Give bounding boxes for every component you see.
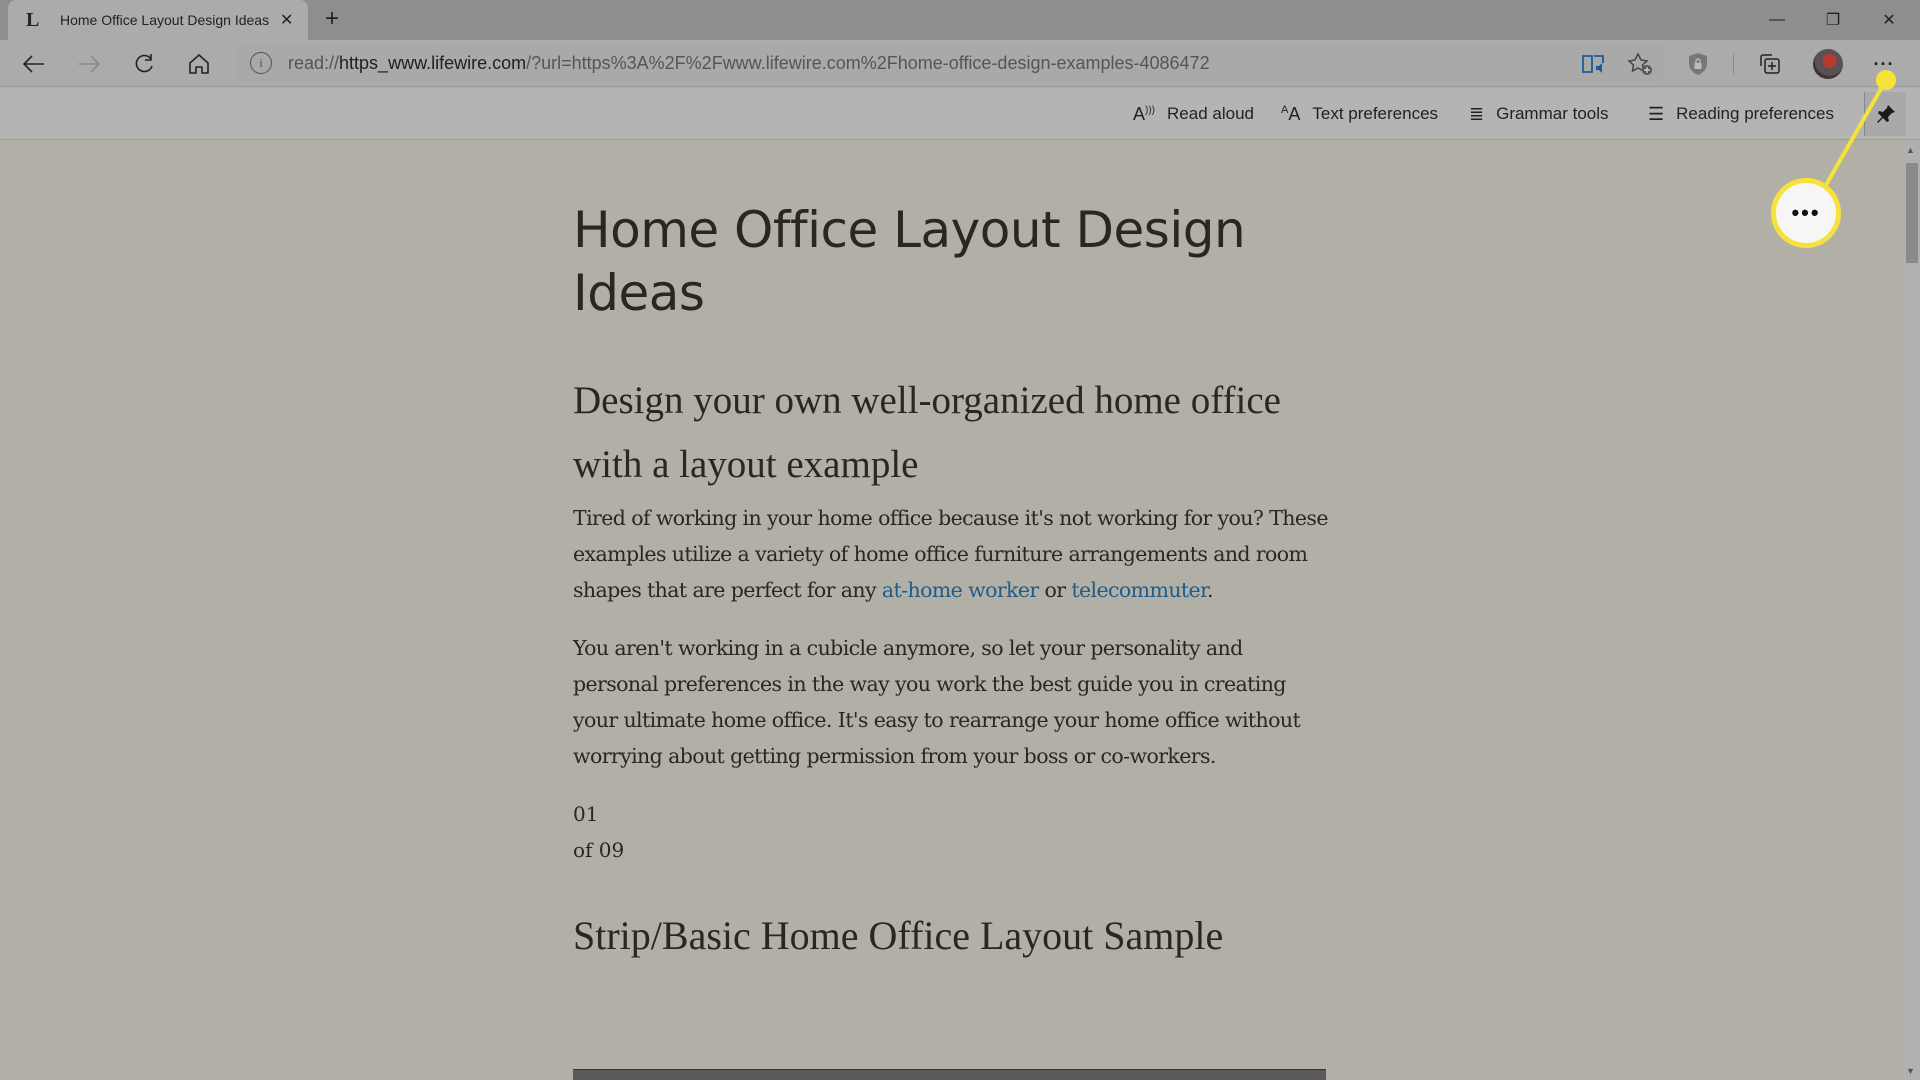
site-info-icon[interactable]: i xyxy=(250,52,272,74)
collections-icon xyxy=(1760,54,1780,74)
shield-lock-icon xyxy=(1689,53,1707,75)
read-aloud-label: Read aloud xyxy=(1167,104,1254,123)
star-add-icon xyxy=(1627,52,1652,75)
slide-counter: 01 of 09 xyxy=(573,796,1333,868)
read-aloud-button[interactable]: A))) Read aloud xyxy=(1133,88,1254,140)
text-preferences-button[interactable]: AA Text preferences xyxy=(1281,88,1438,140)
tab-close-icon[interactable]: ✕ xyxy=(280,10,293,30)
close-window-button[interactable]: ✕ xyxy=(1861,0,1917,40)
at-home-worker-link[interactable]: at-home worker xyxy=(882,578,1039,602)
immersive-reader-icon xyxy=(1582,55,1604,73)
url-scheme: read:// xyxy=(288,52,340,73)
grammar-tools-label: Grammar tools xyxy=(1496,104,1609,123)
callout-more-icon: ••• xyxy=(1771,178,1841,248)
home-icon xyxy=(189,54,209,74)
back-arrow-icon xyxy=(23,55,44,73)
browser-tab[interactable]: L Home Office Layout Design Ideas ✕ xyxy=(8,0,308,40)
restore-button[interactable]: ❐ xyxy=(1805,0,1861,40)
address-bar[interactable]: i read://https_www.lifewire.com/?url=htt… xyxy=(236,44,1664,82)
navigation-bar: i read://https_www.lifewire.com/?url=htt… xyxy=(0,40,1920,87)
text-preferences-label: Text preferences xyxy=(1312,104,1439,123)
article-title: Home Office Layout Design Ideas xyxy=(573,201,1246,322)
tab-strip: L Home Office Layout Design Ideas ✕ + — … xyxy=(0,0,1920,40)
toolbar-divider xyxy=(1733,54,1734,74)
scrollbar-thumb[interactable] xyxy=(1906,163,1918,263)
add-favorite-button[interactable] xyxy=(1622,46,1658,82)
slide-total: of 09 xyxy=(573,838,625,862)
scroll-up-icon[interactable]: ▲ xyxy=(1906,145,1915,155)
intro-text-or: or xyxy=(1038,578,1072,602)
immersive-reader-toolbar: A))) Read aloud AA Text preferences ≣ Gr… xyxy=(0,88,1920,140)
refresh-icon xyxy=(135,54,153,73)
collections-button[interactable] xyxy=(1752,46,1788,82)
reading-preferences-button[interactable]: ☰ Reading preferences xyxy=(1648,88,1834,140)
section-heading: Strip/Basic Home Office Layout Sample xyxy=(573,913,1224,958)
avatar xyxy=(1813,49,1843,79)
refresh-button[interactable] xyxy=(126,46,162,82)
scroll-down-icon[interactable]: ▼ xyxy=(1906,1066,1915,1076)
vertical-scrollbar[interactable]: ▲ ▼ xyxy=(1902,141,1920,1080)
new-tab-button[interactable]: + xyxy=(318,6,346,34)
read-aloud-icon: A))) xyxy=(1133,103,1156,124)
pin-icon xyxy=(1876,105,1895,123)
pin-toolbar-button[interactable] xyxy=(1864,92,1906,136)
tracking-prevention-button[interactable] xyxy=(1680,46,1716,82)
minimize-button[interactable]: — xyxy=(1749,0,1805,40)
url-text[interactable]: read://https_www.lifewire.com/?url=https… xyxy=(288,53,1210,74)
url-path: /?url=https%3A%2F%2Fwww.lifewire.com%2Fh… xyxy=(526,52,1210,73)
layout-sample-image xyxy=(573,1069,1326,1080)
slide-current: 01 xyxy=(573,802,599,826)
article-subtitle: Design your own well-organized home offi… xyxy=(573,379,1281,486)
grammar-tools-button[interactable]: ≣ Grammar tools xyxy=(1469,88,1609,140)
text-preferences-icon: AA xyxy=(1281,103,1301,124)
intro-text-end: . xyxy=(1207,578,1214,602)
forward-button[interactable] xyxy=(71,46,107,82)
callout-dot xyxy=(1876,70,1896,90)
article: Home Office Layout Design Ideas Design y… xyxy=(573,140,1333,964)
tab-title: Home Office Layout Design Ideas xyxy=(60,12,270,28)
lifewire-favicon-icon: L xyxy=(26,8,40,31)
telecommuter-link[interactable]: telecommuter xyxy=(1071,578,1207,602)
grammar-tools-icon: ≣ xyxy=(1469,103,1485,124)
url-host: https_www.lifewire.com xyxy=(339,52,527,73)
profile-button[interactable] xyxy=(1810,46,1846,82)
home-button[interactable] xyxy=(181,46,217,82)
immersive-reader-button[interactable] xyxy=(1576,46,1612,82)
reading-preferences-label: Reading preferences xyxy=(1676,104,1834,123)
forward-arrow-icon xyxy=(79,55,100,73)
second-paragraph: You aren't working in a cubicle anymore,… xyxy=(573,636,1301,768)
reading-preferences-icon: ☰ xyxy=(1648,103,1665,124)
back-button[interactable] xyxy=(16,46,52,82)
intro-paragraph: Tired of working in your home office bec… xyxy=(573,500,1333,608)
